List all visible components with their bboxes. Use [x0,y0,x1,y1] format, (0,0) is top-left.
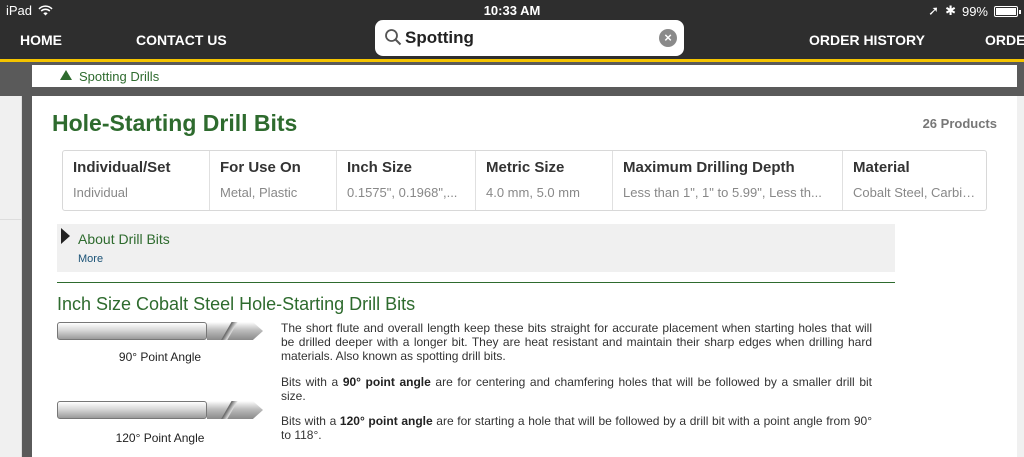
location-icon: ➚ [928,3,940,18]
filter-bar: Individual/Set Individual For Use On Met… [62,150,987,211]
angle-90-emphasis: 90° point angle [342,375,431,389]
drill-bit-120-image [57,399,263,421]
filter-for-use-on[interactable]: For Use On Metal, Plastic [210,151,337,210]
bluetooth-icon: ✱ [945,3,956,18]
search-input[interactable] [405,26,645,50]
nav-order-history[interactable]: ORDER HISTORY [809,32,925,48]
filter-individual-set[interactable]: Individual/Set Individual [63,151,210,210]
status-time: 10:33 AM [483,3,541,18]
filter-label: Inch Size [347,159,413,176]
status-bar: iPad 10:33 AM ➚ ✱ 99% [0,0,1024,20]
collapse-up-icon[interactable] [60,70,72,80]
more-link[interactable]: More [78,253,103,265]
section-divider [57,282,895,283]
about-drill-bits[interactable]: About Drill Bits More [57,224,895,272]
about-title[interactable]: About Drill Bits [78,231,170,247]
angle-120-emphasis: 120° point angle [339,414,433,428]
bit-120-label: 120° Point Angle [115,431,205,445]
breadcrumb: Spotting Drills [32,65,1017,87]
left-panel [0,96,22,457]
main-content: Hole-Starting Drill Bits 26 Products Ind… [32,96,1017,457]
filter-value: Less than 1", 1" to 5.99", Less th... [623,185,822,200]
bit-90-label: 90° Point Angle [118,350,202,364]
filter-label: Material [853,159,910,176]
filter-inch-size[interactable]: Inch Size 0.1575", 0.1968",... [337,151,476,210]
filter-metric-size[interactable]: Metric Size 4.0 mm, 5.0 mm [476,151,613,210]
filter-value: Metal, Plastic [220,185,298,200]
battery-icon [994,5,1021,17]
filter-label: Metric Size [486,159,565,176]
nav-contact-us[interactable]: CONTACT US [136,32,227,48]
page-title: Hole-Starting Drill Bits [52,110,298,136]
filter-value: 4.0 mm, 5.0 mm [486,185,580,200]
search-box[interactable]: × [375,20,684,56]
drill-bit-90-image [57,320,263,342]
expand-arrow-icon[interactable] [61,228,70,244]
filter-max-drilling-depth[interactable]: Maximum Drilling Depth Less than 1", 1" … [613,151,843,210]
nav-home[interactable]: HOME [20,32,62,48]
section-title: Inch Size Cobalt Steel Hole-Starting Dri… [57,294,416,314]
filter-material[interactable]: Material Cobalt Steel, Carbide [843,151,986,210]
description-paragraph-3: Bits with a 120° point angle are for sta… [281,414,872,442]
filter-label: Maximum Drilling Depth [623,159,795,176]
clear-search-icon[interactable]: × [659,29,677,47]
filter-label: Individual/Set [73,159,171,176]
filter-label: For Use On [220,159,301,176]
search-icon [385,29,402,46]
filter-value: 0.1575", 0.1968",... [347,185,458,200]
top-nav: HOME CONTACT US × ORDER HISTORY ORDER [0,20,1024,62]
battery-percent: 99% [961,3,988,19]
description-paragraph-2: Bits with a 90° point angle are for cent… [281,375,872,403]
description-paragraph-1: The short flute and overall length keep … [281,321,872,363]
filter-value: Individual [73,185,128,200]
breadcrumb-link[interactable]: Spotting Drills [79,69,159,84]
filter-value: Cobalt Steel, Carbide [853,185,976,200]
nav-order[interactable]: ORDER [985,32,1024,48]
product-count: 26 Products [922,116,997,131]
